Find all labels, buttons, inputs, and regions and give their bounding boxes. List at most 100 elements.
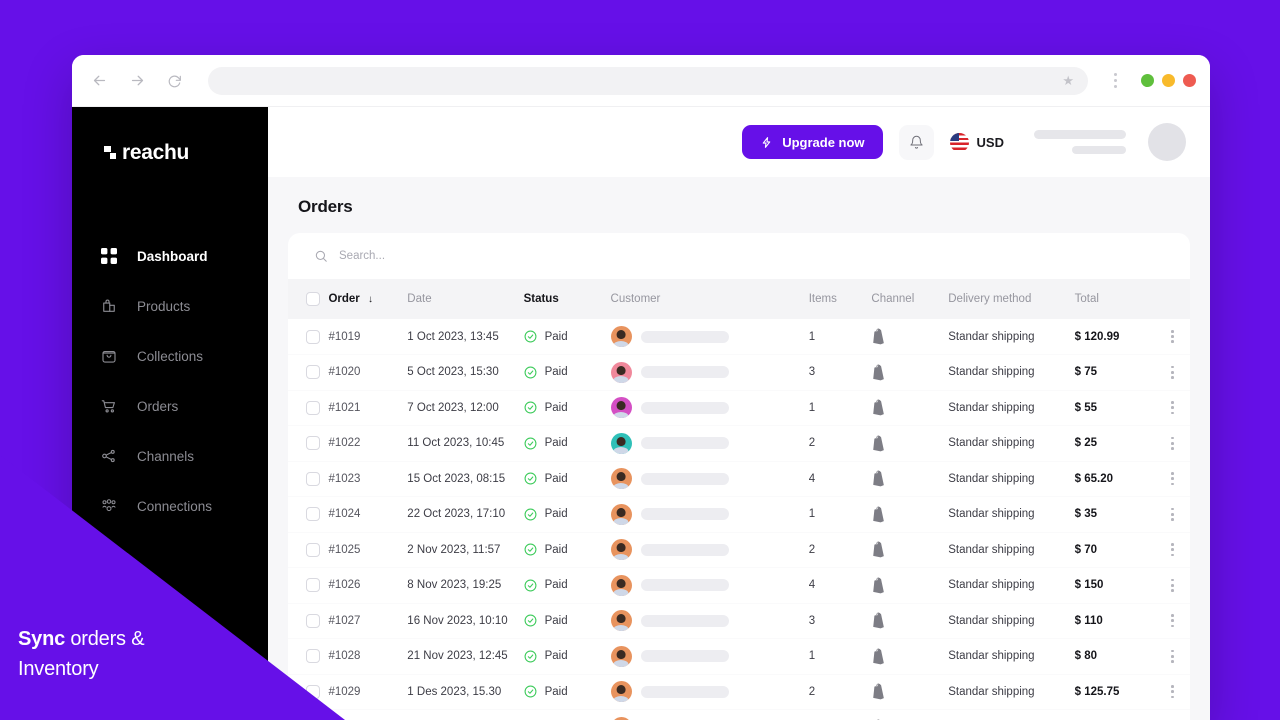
upgrade-now-button[interactable]: Upgrade now (742, 125, 883, 159)
row-checkbox[interactable] (306, 400, 320, 415)
row-kebab-menu-icon[interactable] (1156, 685, 1190, 699)
row-kebab-menu-icon[interactable] (1156, 401, 1190, 415)
items-count: 1 (808, 508, 816, 521)
cell-actions[interactable] (1155, 638, 1190, 675)
cell-actions[interactable] (1155, 674, 1190, 710)
row-checkbox[interactable] (306, 471, 320, 486)
table-row[interactable]: #1025 2 Nov 2023, 11:57 Paid 2 Standar shipp… (288, 532, 1190, 568)
cell-actions[interactable] (1155, 709, 1190, 720)
sidebar-item-connections[interactable]: Connections (72, 481, 268, 531)
table-row[interactable]: #1023 15 Oct 2023, 08:15 Paid 4 Standar ship… (288, 461, 1190, 497)
search-input[interactable] (339, 250, 1164, 262)
table-row[interactable]: #1024 22 Oct 2023, 17:10 Paid 1 Standar ship… (288, 496, 1190, 533)
minimize-button[interactable] (1141, 74, 1154, 87)
row-select-cell[interactable] (288, 354, 329, 391)
header-date[interactable]: Date (407, 279, 523, 319)
header-customer[interactable]: Customer (611, 279, 809, 319)
row-select-cell[interactable] (288, 709, 329, 720)
header-total[interactable]: Total (1075, 279, 1156, 319)
header-order[interactable]: Order ↓ (328, 279, 407, 319)
row-checkbox[interactable] (306, 436, 320, 451)
sort-arrow-down-icon[interactable]: ↓ (368, 294, 373, 305)
sidebar-item-dashboard[interactable]: Dashboard (72, 231, 268, 281)
cell-actions[interactable] (1155, 461, 1190, 497)
shopify-icon (873, 683, 885, 700)
table-row[interactable]: #1021 7 Oct 2023, 12:00 Paid 1 Standar shipp… (288, 390, 1190, 426)
header-status[interactable]: Status (524, 279, 611, 319)
star-icon[interactable]: ★ (1062, 73, 1074, 89)
cell-customer (610, 567, 809, 604)
sidebar-item-products[interactable]: Products (72, 281, 268, 331)
shopify-icon (873, 328, 885, 345)
row-select-cell[interactable] (288, 425, 329, 462)
header-select-all[interactable] (288, 279, 328, 319)
header-delivery-method[interactable]: Delivery method (948, 279, 1074, 319)
customer-name-placeholder (640, 685, 729, 698)
table-row[interactable]: #10306 Des 2023, 12:45Paid 5 Standar shipp… (288, 709, 1190, 720)
row-kebab-menu-icon[interactable] (1156, 507, 1190, 521)
cell-actions[interactable] (1155, 532, 1190, 568)
row-kebab-menu-icon[interactable] (1156, 436, 1190, 450)
row-checkbox[interactable] (306, 329, 320, 344)
table-row[interactable]: #1029 1 Des 2023, 15.30 Paid 2 Standar shipp… (288, 674, 1190, 710)
forward-arrow-icon[interactable] (124, 68, 150, 94)
select-all-checkbox[interactable] (306, 292, 320, 306)
row-select-cell[interactable] (288, 496, 329, 533)
sidebar-item-label: Orders (137, 398, 179, 414)
row-select-cell[interactable] (288, 674, 329, 710)
header-channel[interactable]: Channel (871, 279, 948, 319)
table-row[interactable]: #1028 21 Nov 2023, 12:45 Paid 1 Standar ship… (288, 638, 1190, 675)
cell-actions[interactable] (1155, 319, 1190, 355)
cell-actions[interactable] (1155, 603, 1190, 639)
cell-channel (871, 709, 949, 720)
table-row[interactable]: #1026 8 Nov 2023, 19:25 Paid 4 Standar shipp… (288, 567, 1190, 604)
sidebar-item-collections[interactable]: Collections (72, 331, 268, 381)
row-checkbox[interactable] (306, 542, 320, 557)
table-row[interactable]: #1020 5 Oct 2023, 15:30 Paid 3 Standar shipp… (288, 354, 1190, 391)
row-checkbox[interactable] (306, 578, 320, 593)
cell-actions[interactable] (1155, 567, 1190, 604)
row-select-cell[interactable] (288, 532, 329, 568)
row-select-cell[interactable] (288, 567, 329, 604)
close-button[interactable] (1183, 74, 1196, 87)
row-checkbox[interactable] (306, 613, 320, 628)
row-kebab-menu-icon[interactable] (1156, 543, 1190, 557)
row-select-cell[interactable] (288, 603, 329, 639)
table-row[interactable]: #1027 16 Nov 2023, 10:10 Paid 3 Standar ship… (288, 603, 1190, 639)
row-checkbox[interactable] (306, 649, 320, 664)
sidebar-item-channels[interactable]: Channels (72, 431, 268, 481)
row-kebab-menu-icon[interactable] (1156, 649, 1190, 663)
row-kebab-menu-icon[interactable] (1156, 472, 1190, 486)
table-row[interactable]: #1022 11 Oct 2023, 10:45 Paid 2 Standar ship… (288, 425, 1190, 462)
cell-actions[interactable] (1155, 390, 1190, 426)
kebab-menu-icon[interactable] (1108, 73, 1123, 88)
row-kebab-menu-icon[interactable] (1156, 365, 1190, 379)
row-kebab-menu-icon[interactable] (1156, 330, 1190, 343)
table-row[interactable]: #1019 1 Oct 2023, 13:45 Paid 1 Standar shipp… (288, 319, 1190, 355)
user-avatar[interactable] (1148, 123, 1186, 161)
sidebar-item-label: Channels (137, 448, 195, 464)
header-items[interactable]: Items (809, 279, 872, 319)
url-input[interactable] (222, 73, 1063, 88)
row-kebab-menu-icon[interactable] (1156, 578, 1190, 592)
row-checkbox[interactable] (306, 684, 320, 699)
row-select-cell[interactable] (288, 319, 329, 355)
cell-actions[interactable] (1155, 496, 1190, 533)
currency-selector[interactable]: USD (949, 132, 1004, 152)
row-select-cell[interactable] (288, 638, 329, 675)
cell-actions[interactable] (1155, 354, 1190, 391)
status-label: Paid (544, 650, 568, 663)
back-arrow-icon[interactable] (86, 68, 112, 94)
maximize-button[interactable] (1162, 74, 1175, 87)
row-checkbox[interactable] (306, 365, 320, 380)
row-select-cell[interactable] (288, 390, 329, 426)
cell-actions[interactable] (1155, 425, 1190, 462)
notifications-button[interactable] (898, 124, 934, 160)
search-bar[interactable] (288, 233, 1190, 279)
row-select-cell[interactable] (288, 461, 329, 497)
reload-icon[interactable] (162, 68, 188, 94)
url-bar[interactable]: ★ (208, 66, 1088, 95)
row-kebab-menu-icon[interactable] (1156, 614, 1190, 628)
sidebar-item-orders[interactable]: Orders (72, 381, 268, 431)
row-checkbox[interactable] (306, 507, 320, 522)
